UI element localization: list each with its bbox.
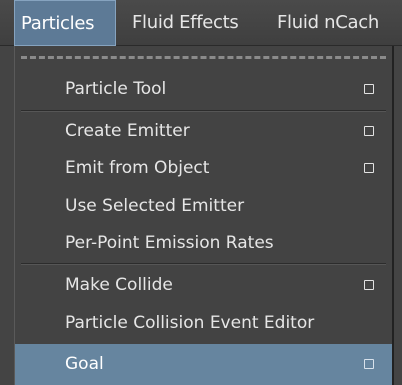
option-box-icon[interactable] [364,163,374,173]
menu-item-per-point-emission-rates[interactable]: Per-Point Emission Rates [15,224,392,262]
option-box-icon[interactable] [364,359,374,369]
particles-dropdown-menu: Particle Tool Create Emitter Emit from O… [14,46,394,385]
menu-item-label: Particle Tool [65,79,167,99]
menu-item-label: Make Collide [65,275,173,295]
menu-item-label: Create Emitter [65,121,190,141]
menu-item-label: Use Selected Emitter [65,196,245,216]
menu-item-use-selected-emitter[interactable]: Use Selected Emitter [15,187,392,225]
menu-item-label: Goal [65,354,104,374]
menubar-item-fluid-ncache[interactable]: Fluid nCach [277,0,402,46]
menu-separator [21,263,386,265]
option-box-icon[interactable] [364,84,374,94]
menu-item-emit-from-object[interactable]: Emit from Object [15,149,392,187]
menubar-item-fluid-effects[interactable]: Fluid Effects [132,0,260,46]
menu-item-label: Emit from Object [65,158,210,178]
menu-item-particle-tool[interactable]: Particle Tool [15,70,392,108]
menu-item-label: Per-Point Emission Rates [65,233,274,253]
menu-item-label: Particle Collision Event Editor [65,313,315,333]
menubar-item-particles[interactable]: Particles [14,0,116,46]
menu-item-make-collide[interactable]: Make Collide [15,266,392,304]
option-box-icon[interactable] [364,126,374,136]
menu-item-particle-collision-event-editor[interactable]: Particle Collision Event Editor [15,304,392,342]
option-box-icon[interactable] [364,280,374,290]
menu-item-goal[interactable]: Goal [15,344,392,385]
tear-off-handle[interactable] [21,56,386,59]
menu-item-create-emitter[interactable]: Create Emitter [15,112,392,150]
menu-bar: Particles Fluid Effects Fluid nCach [0,0,402,46]
